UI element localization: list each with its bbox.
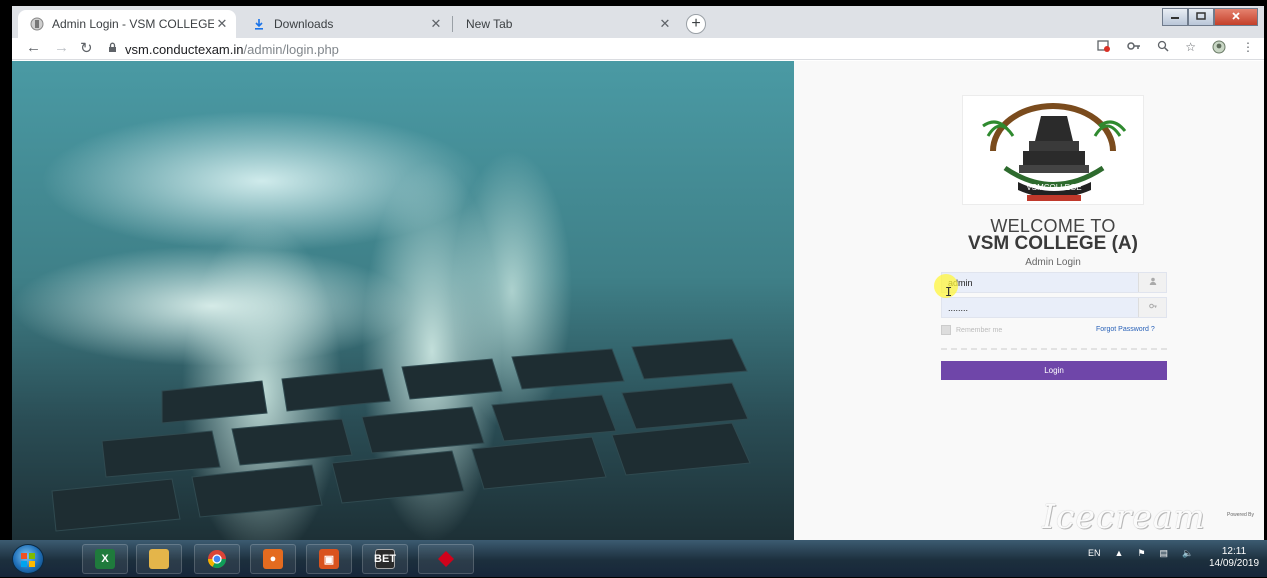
- system-clock[interactable]: 12:11 14/09/2019: [1208, 546, 1260, 570]
- window-controls: [1162, 8, 1258, 26]
- toolbar-icons: ☆ ⋮: [1097, 40, 1254, 57]
- camera-icon: ▣: [319, 549, 339, 569]
- recorder-icon: ●: [263, 549, 283, 569]
- password-input[interactable]: [942, 298, 1140, 317]
- excel-icon: X: [95, 549, 115, 569]
- taskbar-recorder[interactable]: ●: [250, 544, 296, 574]
- volume-icon[interactable]: 🔈: [1182, 548, 1193, 559]
- tab-close-icon[interactable]: ✕: [657, 16, 673, 32]
- tab-separator: [452, 16, 453, 32]
- address-bar[interactable]: vsm.conductexam.in /admin/login.php: [108, 39, 1148, 59]
- page-content: VSMCOLLEGE WELCOME TO VSM COLLEGE (A) Ad…: [12, 61, 1264, 540]
- clock-time: 12:11: [1221, 546, 1247, 557]
- clock-date: 14/09/2019: [1208, 558, 1260, 569]
- taskbar-excel[interactable]: X: [82, 544, 128, 574]
- key-icon: [1138, 298, 1166, 317]
- powered-by-label: Powered By: [1227, 512, 1254, 518]
- close-window-button[interactable]: [1214, 8, 1258, 26]
- taskbar-red-app[interactable]: [418, 544, 474, 574]
- download-icon: [252, 17, 266, 31]
- desktop-screen: Admin Login - VSM COLLEGE (A) ✕ Download…: [0, 0, 1267, 577]
- college-name: VSM COLLEGE (A): [968, 233, 1138, 254]
- tab-close-icon[interactable]: ✕: [214, 16, 230, 32]
- windows-taskbar: X ● ▣ BET EN ▲ ⚑ ▤ 🔈 12:11 14/09/2019: [0, 540, 1267, 577]
- college-logo-icon: [30, 17, 44, 31]
- system-tray: EN ▲ ⚑ ▤ 🔈: [1088, 548, 1193, 559]
- minimize-button[interactable]: [1162, 8, 1188, 26]
- back-arrow-icon[interactable]: ←: [26, 39, 41, 56]
- tab-new-tab[interactable]: New Tab ✕: [454, 10, 679, 38]
- taskbar-explorer[interactable]: [136, 544, 182, 574]
- tab-strip: Admin Login - VSM COLLEGE (A) ✕ Download…: [12, 6, 1264, 38]
- username-field[interactable]: [941, 272, 1167, 293]
- folder-icon: [149, 549, 169, 569]
- new-tab-button[interactable]: +: [686, 14, 706, 34]
- menu-dots-icon[interactable]: ⋮: [1242, 40, 1254, 57]
- taskbar-screenshot[interactable]: ▣: [306, 544, 352, 574]
- language-indicator[interactable]: EN: [1088, 548, 1101, 559]
- username-input[interactable]: [942, 273, 1140, 292]
- password-field[interactable]: [941, 297, 1167, 318]
- tab-close-icon[interactable]: ✕: [428, 16, 444, 32]
- profile-avatar-icon[interactable]: [1212, 40, 1226, 57]
- login-button[interactable]: Login: [941, 361, 1167, 380]
- tray-expand-icon[interactable]: ▲: [1115, 548, 1124, 559]
- bookmark-star-icon[interactable]: ☆: [1185, 40, 1196, 57]
- icecream-watermark: Icecream: [1042, 497, 1206, 536]
- admin-login-subtitle: Admin Login: [1025, 257, 1081, 268]
- blocked-popup-icon[interactable]: [1097, 40, 1111, 57]
- url-host: vsm.conductexam.in: [125, 41, 244, 57]
- taskbar-bet-app[interactable]: BET: [362, 544, 408, 574]
- maximize-button[interactable]: [1188, 8, 1214, 26]
- remember-label: Remember me: [956, 326, 1003, 334]
- bet-app-icon: BET: [374, 549, 396, 569]
- keyboard-hands-photo: [12, 61, 794, 540]
- reload-icon[interactable]: ↻: [80, 39, 93, 57]
- user-icon: [1138, 273, 1166, 292]
- forward-arrow-icon[interactable]: →: [54, 39, 69, 56]
- tab-admin-login[interactable]: Admin Login - VSM COLLEGE (A) ✕: [18, 10, 236, 38]
- divider: [941, 348, 1167, 350]
- tab-title: New Tab: [466, 17, 513, 31]
- remember-checkbox[interactable]: [941, 325, 951, 335]
- lock-icon: [108, 42, 117, 56]
- browser-toolbar: ← → ↻ vsm.conductexam.in /admin/login.ph…: [12, 38, 1264, 60]
- network-icon[interactable]: ▤: [1160, 548, 1169, 559]
- tab-title: Admin Login - VSM COLLEGE (A): [52, 17, 214, 31]
- forgot-password-link[interactable]: Forgot Password ?: [1096, 326, 1155, 333]
- logo-banner-text: VSMCOLLEGE: [1026, 183, 1081, 192]
- key-icon[interactable]: [1127, 40, 1141, 57]
- url-path: /admin/login.php: [243, 41, 339, 57]
- login-panel: VSMCOLLEGE WELCOME TO VSM COLLEGE (A) Ad…: [794, 61, 1264, 540]
- remember-me[interactable]: Remember me: [941, 325, 1002, 335]
- taskbar-chrome[interactable]: [194, 544, 240, 574]
- red-diamond-icon: [436, 549, 456, 569]
- chrome-icon: [207, 549, 227, 569]
- tab-title: Downloads: [274, 17, 334, 31]
- college-logo: VSMCOLLEGE: [962, 95, 1144, 205]
- browser-window: Admin Login - VSM COLLEGE (A) ✕ Download…: [12, 6, 1264, 540]
- start-button[interactable]: [12, 544, 44, 574]
- flag-icon[interactable]: ⚑: [1137, 548, 1145, 559]
- zoom-icon[interactable]: [1157, 40, 1169, 57]
- text-cursor-icon: I: [945, 285, 953, 299]
- keyboard-illustration: [51, 338, 751, 532]
- tab-downloads[interactable]: Downloads ✕: [240, 10, 450, 38]
